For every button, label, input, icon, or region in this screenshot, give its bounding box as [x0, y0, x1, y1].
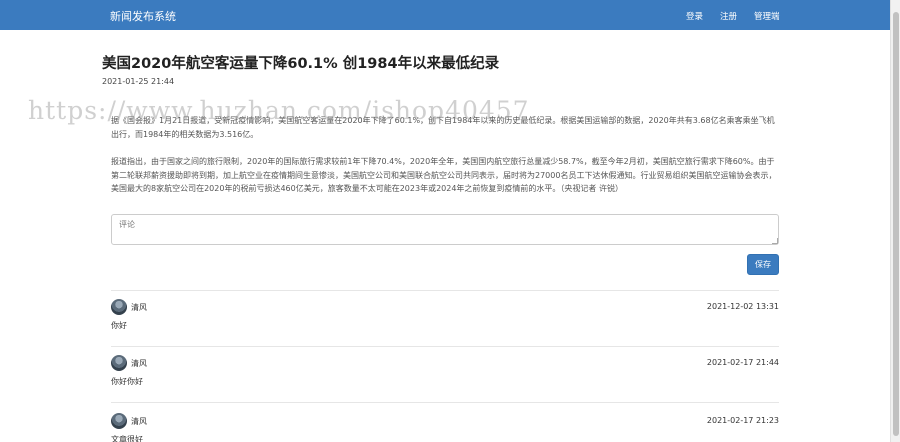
- divider: [111, 402, 779, 403]
- comment-username: 清风: [131, 303, 147, 312]
- comment-text: 文章很好: [111, 435, 143, 442]
- comment-text: 你好: [111, 321, 127, 330]
- comment-timestamp: 2021-12-02 13:31: [706, 302, 779, 311]
- comment-text: 你好你好: [111, 377, 143, 386]
- avatar: [111, 413, 127, 429]
- comment-item: 清风 2021-02-17 21:23 文章很好: [111, 413, 779, 442]
- nav-admin-link[interactable]: 管理端: [754, 10, 780, 22]
- save-comment-button[interactable]: 保存: [747, 254, 779, 275]
- top-navbar: 新闻发布系统 登录 注册 管理端: [0, 0, 890, 30]
- nav-login-link[interactable]: 登录: [686, 10, 703, 22]
- article-paragraph: 据《国会报》1月21日报道，受新冠疫情影响，美国航空客运量在2020年下降了60…: [111, 116, 775, 139]
- avatar: [111, 355, 127, 371]
- textarea-resize-handle-icon[interactable]: [772, 238, 778, 244]
- article-paragraph: 报道指出，由于国家之间的旅行限制，2020年的国际旅行需求较前1年下降70.4%…: [111, 157, 777, 193]
- article-title: 美国2020年航空客运量下降60.1% 创1984年以来最低纪录: [102, 56, 500, 72]
- divider: [111, 290, 779, 291]
- avatar: [111, 299, 127, 315]
- page-scrollbar[interactable]: [890, 0, 900, 442]
- scrollbar-thumb[interactable]: [893, 12, 899, 436]
- comment-username: 清风: [131, 359, 147, 368]
- comment-item: 清风 2021-02-17 21:44 你好你好: [111, 355, 779, 395]
- nav-register-link[interactable]: 注册: [720, 10, 737, 22]
- comment-timestamp: 2021-02-17 21:23: [706, 416, 779, 425]
- divider: [111, 346, 779, 347]
- site-brand[interactable]: 新闻发布系统: [110, 8, 176, 24]
- comment-timestamp: 2021-02-17 21:44: [706, 358, 779, 367]
- comment-username: 清风: [131, 417, 147, 426]
- comment-item: 清风 2021-12-02 13:31 你好: [111, 299, 779, 339]
- comment-input[interactable]: [111, 214, 779, 245]
- article-date: 2021-01-25 21:44: [102, 77, 175, 86]
